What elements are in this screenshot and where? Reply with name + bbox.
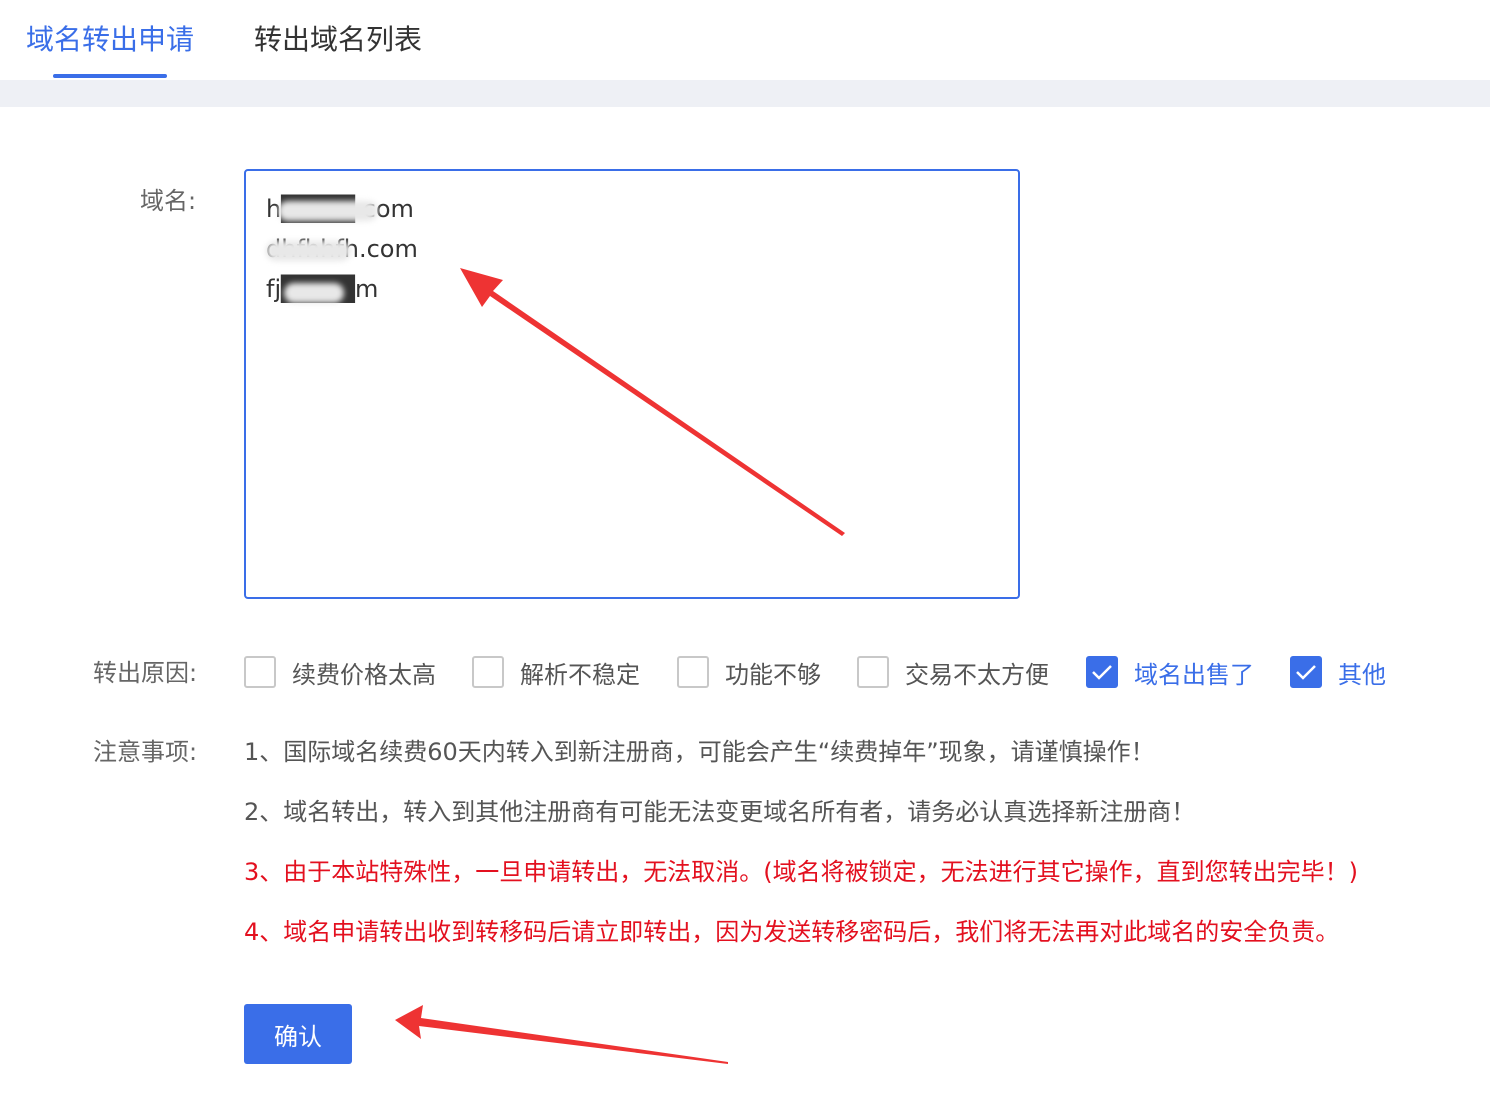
note-item-4: 4、域名申请转出收到转移码后请立即转出，因为发送转移密码后，我们将无法再对此域名… xyxy=(244,918,1340,946)
tab-transfer-out-list[interactable]: 转出域名列表 xyxy=(254,20,422,60)
tab-transfer-out-apply[interactable]: 域名转出申请 xyxy=(26,20,194,60)
checkbox-label: 域名出售了 xyxy=(1134,660,1254,689)
checkbox-label: 续费价格太高 xyxy=(292,660,436,689)
domain-entry: fj████m xyxy=(266,269,998,309)
checkbox-box[interactable] xyxy=(472,656,504,688)
checkbox-box[interactable] xyxy=(677,656,709,688)
redaction-blur xyxy=(278,201,378,221)
domain-entry: dhfhhfh.com xyxy=(266,229,998,269)
note-item-2: 2、域名转出，转入到其他注册商有可能无法变更域名所有者，请务必认真选择新注册商！ xyxy=(244,798,1196,826)
checkbox-label: 其他 xyxy=(1338,660,1386,689)
active-tab-indicator xyxy=(53,74,167,78)
checkbox-box[interactable] xyxy=(1086,656,1118,688)
reason-checkbox-unstable[interactable]: 解析不稳定 xyxy=(472,655,640,689)
annotation-arrow-to-confirm xyxy=(395,1005,728,1064)
tab-bar: 域名转出申请 转出域名列表 xyxy=(0,0,1490,80)
reason-checkbox-sold[interactable]: 域名出售了 xyxy=(1086,655,1254,689)
check-icon xyxy=(1092,665,1112,680)
check-icon xyxy=(1296,665,1316,680)
checkbox-label: 功能不够 xyxy=(725,660,821,689)
header-divider-strip xyxy=(0,80,1490,107)
confirm-button[interactable]: 确认 xyxy=(244,1004,352,1064)
redaction-blur xyxy=(284,283,344,303)
reason-checkbox-other[interactable]: 其他 xyxy=(1290,655,1386,689)
domain-entry: h████ com xyxy=(266,189,998,229)
note-item-3: 3、由于本站特殊性，一旦申请转出，无法取消。(域名将被锁定，无法进行其它操作，直… xyxy=(244,858,1358,886)
domain-label: 域名: xyxy=(140,187,197,215)
checkbox-box[interactable] xyxy=(857,656,889,688)
redaction-blur xyxy=(266,241,351,261)
checkbox-box[interactable] xyxy=(1290,656,1322,688)
checkbox-label: 交易不太方便 xyxy=(905,660,1049,689)
reason-checkbox-trading[interactable]: 交易不太方便 xyxy=(857,655,1049,689)
notes-label: 注意事项: xyxy=(93,738,198,766)
checkbox-box[interactable] xyxy=(244,656,276,688)
checkbox-label: 解析不稳定 xyxy=(520,660,640,689)
reason-checkbox-price[interactable]: 续费价格太高 xyxy=(244,655,436,689)
note-item-1: 1、国际域名续费60天内转入到新注册商，可能会产生“续费掉年”现象，请谨慎操作！ xyxy=(244,738,1155,766)
reason-checkbox-features[interactable]: 功能不够 xyxy=(677,655,821,689)
reason-label: 转出原因: xyxy=(93,659,198,687)
domain-textarea[interactable]: h████ com dhfhhfh.com fj████m xyxy=(244,169,1020,599)
